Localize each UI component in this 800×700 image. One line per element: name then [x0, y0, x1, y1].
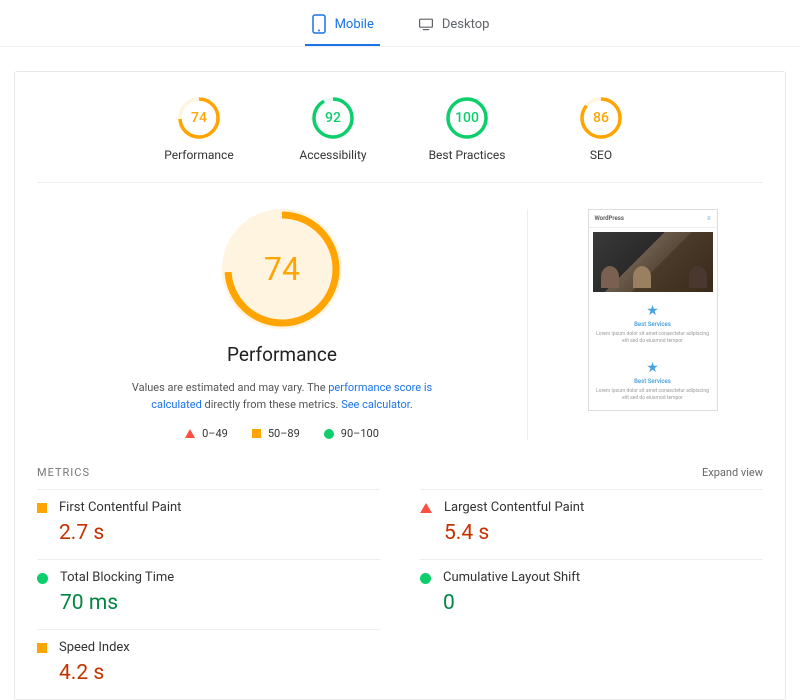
gauge-label: Best Practices — [422, 148, 512, 162]
metric-speed-index: Speed Index 4.2 s — [37, 629, 380, 699]
metric-first-contentful-paint: First Contentful Paint 2.7 s — [37, 489, 380, 559]
performance-gauge-value: 74 — [222, 209, 342, 329]
metric-name: First Contentful Paint — [59, 500, 181, 515]
metric-value: 4.2 s — [59, 661, 130, 685]
performance-detail: 74 Performance Values are estimated and … — [37, 209, 528, 440]
gauge: 100 — [445, 96, 489, 140]
metric-name: Largest Contentful Paint — [444, 500, 584, 515]
square-icon — [252, 429, 261, 438]
desktop-icon — [418, 14, 434, 34]
metric-value: 5.4 s — [444, 521, 584, 545]
score-seo[interactable]: 86 SEO — [556, 96, 646, 162]
metric-name: Cumulative Layout Shift — [443, 570, 580, 585]
score-best-practices[interactable]: 100 Best Practices — [422, 96, 512, 162]
gauge-value: 74 — [177, 96, 221, 140]
score-accessibility[interactable]: 92 Accessibility — [288, 96, 378, 162]
metric-status-icon — [37, 503, 47, 545]
gauge-value: 100 — [445, 96, 489, 140]
metric-largest-contentful-paint: Largest Contentful Paint 5.4 s — [420, 489, 763, 559]
gauge-label: Performance — [154, 148, 244, 162]
metric-cumulative-layout-shift: Cumulative Layout Shift 0 — [420, 559, 763, 629]
expand-view-button[interactable]: Expand view — [702, 466, 763, 479]
performance-gauge: 74 — [222, 209, 342, 329]
legend-bad: 0–49 — [185, 427, 228, 440]
metric-status-icon — [420, 573, 431, 615]
metric-status-icon — [37, 573, 48, 615]
legend-good: 90–100 — [324, 427, 379, 440]
gauge-value: 92 — [311, 96, 355, 140]
metric-value: 0 — [443, 591, 580, 615]
metrics-grid: First Contentful Paint 2.7 s Largest Con… — [37, 489, 763, 699]
performance-description: Values are estimated and may vary. The p… — [112, 380, 452, 413]
device-tabs: Mobile Desktop — [0, 0, 800, 47]
metric-name: Total Blocking Time — [60, 570, 174, 585]
score-legend: 0–49 50–89 90–100 — [57, 427, 507, 440]
gauge-label: SEO — [556, 148, 646, 162]
metric-name: Speed Index — [59, 640, 130, 655]
tab-mobile[interactable]: Mobile — [305, 10, 380, 46]
report-card: 74 Performance 92 Accessibility 100 — [14, 71, 786, 700]
metric-total-blocking-time: Total Blocking Time 70 ms — [37, 559, 380, 629]
score-performance[interactable]: 74 Performance — [154, 96, 244, 162]
performance-title: Performance — [57, 343, 507, 366]
metrics-heading: METRICS — [37, 466, 90, 479]
gauge: 86 — [579, 96, 623, 140]
tab-desktop-label: Desktop — [442, 17, 490, 32]
metric-status-icon — [420, 503, 432, 545]
circle-icon — [324, 429, 334, 439]
legend-avg: 50–89 — [252, 427, 300, 440]
tab-mobile-label: Mobile — [335, 17, 374, 32]
score-summary-row: 74 Performance 92 Accessibility 100 — [37, 90, 763, 183]
gauge: 92 — [311, 96, 355, 140]
gauge: 74 — [177, 96, 221, 140]
tab-desktop[interactable]: Desktop — [412, 10, 496, 46]
metric-value: 70 ms — [60, 591, 174, 615]
gauge-value: 86 — [579, 96, 623, 140]
triangle-icon — [185, 429, 195, 438]
mobile-icon — [311, 14, 327, 34]
see-calculator-link[interactable]: See calculator — [341, 398, 410, 411]
metric-value: 2.7 s — [59, 521, 181, 545]
gauge-label: Accessibility — [288, 148, 378, 162]
page-preview-thumbnail: WordPress≡ ★ Best Services Lorem ipsum d… — [588, 209, 718, 411]
metric-status-icon — [37, 643, 47, 685]
